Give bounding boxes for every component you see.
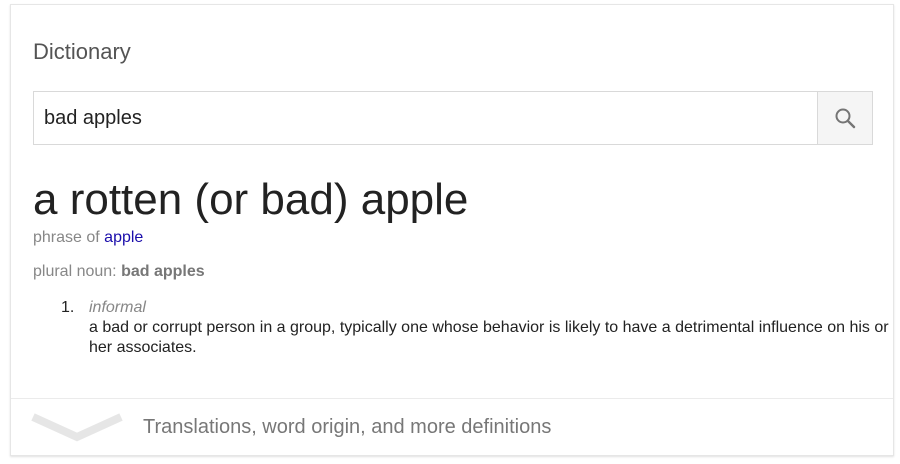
phrase-of-label: phrase of — [33, 229, 100, 246]
dictionary-card: Dictionary a rotten (or bad) apple phras… — [10, 4, 894, 456]
chevron-down-icon — [31, 413, 123, 442]
definition-item: informal a bad or corrupt person in a gr… — [89, 298, 889, 358]
plural-noun-value: bad apples — [121, 263, 205, 280]
search-button[interactable] — [817, 92, 872, 144]
definition-number: 1. — [61, 299, 75, 316]
plural-noun-line: plural noun: bad apples — [33, 262, 205, 282]
more-definitions-toggle[interactable]: Translations, word origin, and more defi… — [11, 399, 893, 455]
search-box — [33, 91, 873, 145]
phrase-link-apple[interactable]: apple — [104, 229, 143, 246]
search-input[interactable] — [34, 92, 818, 144]
card-title: Dictionary — [33, 39, 131, 64]
phrase-of-line: phrase of apple — [33, 228, 143, 248]
headword: a rotten (or bad) apple — [33, 175, 469, 224]
search-icon — [835, 108, 856, 129]
plural-noun-label: plural noun: — [33, 263, 117, 280]
definition-text: a bad or corrupt person in a group, typi… — [89, 319, 889, 356]
definition-register: informal — [89, 299, 146, 316]
more-definitions-label: Translations, word origin, and more defi… — [143, 416, 552, 438]
